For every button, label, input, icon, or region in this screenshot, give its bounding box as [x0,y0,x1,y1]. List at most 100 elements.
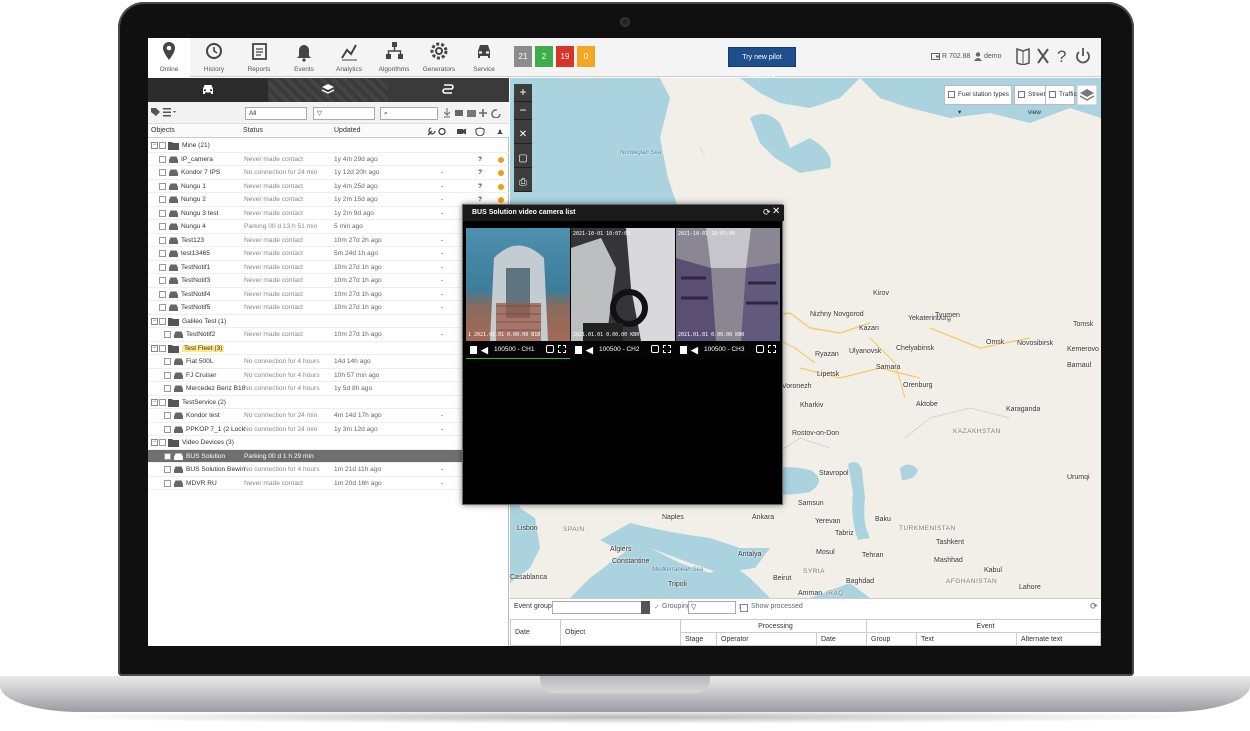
snapshot-icon[interactable] [651,345,659,353]
table-row[interactable]: Test123 Never made contact 10m 27d 2h ago - [148,234,509,247]
row-checkbox[interactable] [164,425,171,433]
nav-online[interactable]: Online [148,38,190,77]
table-row[interactable]: MDVR RU Never made contact 1m 20d 16h ago - [148,477,509,490]
nav-generators[interactable]: Generators [418,38,460,77]
manual-book-icon[interactable] [1016,47,1030,65]
row-checkbox[interactable] [159,182,166,190]
row-checkbox[interactable] [164,479,171,487]
group-row[interactable]: − Test Fleet (3) [148,342,509,355]
expand-toggle[interactable]: − [151,317,158,325]
volume-icon[interactable]: ◀ [691,344,698,356]
tools-icon[interactable] [1036,47,1050,65]
camera-view-2[interactable]: 2021-10-01 10:07:00 2021.01.01 0.00.00 K… [571,228,675,341]
col-text[interactable]: Text [916,632,1017,646]
tab-objects[interactable] [148,78,268,102]
row-checkbox[interactable] [164,371,171,379]
col-event-object[interactable]: Object [560,619,681,646]
help-icon[interactable]: ? [1056,47,1068,65]
col-alt-text[interactable]: Alternate text [1016,632,1101,646]
pilot-interface-button[interactable]: Try new pilot interface [728,47,796,81]
table-row[interactable]: TestNotif1 Never made contact 10m 27d 1h a… [148,261,509,274]
counter-badge[interactable]: 21 [514,46,532,67]
fullscreen-icon[interactable] [663,345,671,353]
fuel-checkbox[interactable] [948,91,955,98]
fullscreen-icon[interactable] [768,345,776,353]
group-row[interactable]: − Galileo Test (1) [148,315,509,328]
close-icon[interactable]: ✕ [772,206,780,217]
row-checkbox[interactable] [159,250,166,257]
table-row[interactable]: TestNotif5 Never made contact 10m 27d 1h a… [148,301,509,315]
object-search-input[interactable]: ⌕ [380,107,438,120]
table-row[interactable]: PPKOP 7_1 (2 Lock No connection for 24 mi… [148,423,509,436]
traffic-checkbox[interactable] [1049,91,1056,98]
group-row[interactable]: − Video Devices (3) [148,436,509,450]
row-checkbox[interactable] [159,344,166,352]
row-checkbox[interactable] [164,331,171,338]
traffic-toggle[interactable]: Traffic [1045,85,1077,105]
row-checkbox[interactable] [164,358,171,365]
row-checkbox[interactable] [159,169,166,176]
row-checkbox[interactable] [159,209,166,217]
table-row[interactable]: test13465 Never made contact 5m 24d 1h ago… [148,247,509,261]
row-checkbox[interactable] [159,236,166,244]
tab-routes[interactable] [388,78,508,102]
expand-toggle[interactable]: − [151,439,158,446]
object-filter-select[interactable]: All [245,107,307,120]
row-checkbox[interactable] [159,398,166,406]
expand-toggle[interactable]: − [151,398,158,406]
table-row[interactable]: Nungu 2 Never made contact 1y 2m 15d ago -? [148,193,509,207]
row-checkbox[interactable] [159,304,166,311]
table-row[interactable]: Nungu 3 test Never made contact 1y 2m 9d a… [148,207,509,220]
row-checkbox[interactable] [164,452,171,460]
col-processing-date[interactable]: Date [816,632,867,646]
username-text[interactable]: demo [984,53,1002,60]
grouping-select[interactable]: ▽ [688,601,736,614]
event-groups-select[interactable] [552,601,647,614]
row-checkbox[interactable] [164,412,171,419]
nav-algorithms[interactable]: Algorithms [373,38,415,77]
row-checkbox[interactable] [159,263,166,271]
col-stage[interactable]: Stage [680,632,717,646]
table-row[interactable]: Nungu 1 Never made contact 1y 4m 25d ago -? [148,180,509,193]
table-row[interactable]: BUS Solution Bewin No connection for 4 ho… [148,463,509,477]
row-checkbox[interactable] [159,223,166,230]
table-row[interactable]: Kondor 7 IPS No connection for 24 min 1y 1… [148,166,509,180]
zoom-out-button[interactable]: − [514,102,532,120]
row-checkbox[interactable] [159,290,166,298]
row-checkbox[interactable] [164,466,171,473]
group-row[interactable]: − TestService (2) [148,396,509,409]
counter-badge[interactable]: 0 [577,46,595,67]
table-row[interactable]: IP_camera Never made contact 1y 4m 29d ago… [148,153,509,166]
toolbar-actions-icons[interactable] [444,108,506,118]
snapshot-icon[interactable] [546,345,554,353]
col-operator[interactable]: Operator [716,632,817,646]
power-icon[interactable] [1075,47,1091,65]
stop-icon[interactable] [470,346,477,354]
table-row[interactable]: TestNotif2 Never made contact 10m 27d 1h a… [148,328,509,342]
nav-reports[interactable]: Reports [238,38,280,77]
refresh-icon[interactable]: ⟳ [763,207,771,218]
nav-history[interactable]: History [193,38,235,77]
volume-icon[interactable]: ◀ [481,344,488,356]
row-checkbox[interactable] [159,277,166,284]
refresh-events-icon[interactable]: ⟳ [1090,601,1098,612]
nav-service[interactable]: Service [463,38,505,77]
map-layers-icon[interactable] [1077,85,1097,105]
table-row[interactable]: BUS SolutionParking 00 d 1 h 29 min10 [148,449,509,463]
draw-area-button[interactable]: ▢ [514,150,532,168]
counter-badge[interactable]: 19 [556,46,574,67]
event-groups-dropdown-button[interactable] [641,601,650,614]
table-row[interactable]: Fiat 500L No connection for 4 hours 14d 14… [148,355,509,369]
nav-events[interactable]: Events [283,38,325,77]
expand-toggle[interactable]: − [151,142,158,149]
tab-layers[interactable] [268,78,388,102]
counter-badge[interactable]: 2 [535,46,553,67]
table-row[interactable]: FJ Cruiser No connection for 4 hours 10h 5… [148,369,509,382]
col-status[interactable]: Status [243,127,263,134]
camera-view-1[interactable]: 1 2021.01.01 0.00.00 B1B [466,228,570,341]
stop-icon[interactable] [575,346,582,354]
table-row[interactable]: Mercedez Benz B18 No connection for 4 hou… [148,382,509,396]
fuel-station-types-toggle[interactable]: Fuel station types ▾ [944,85,1012,116]
snapshot-icon[interactable] [756,345,764,353]
print-map-button[interactable]: ⎙ [514,174,532,192]
